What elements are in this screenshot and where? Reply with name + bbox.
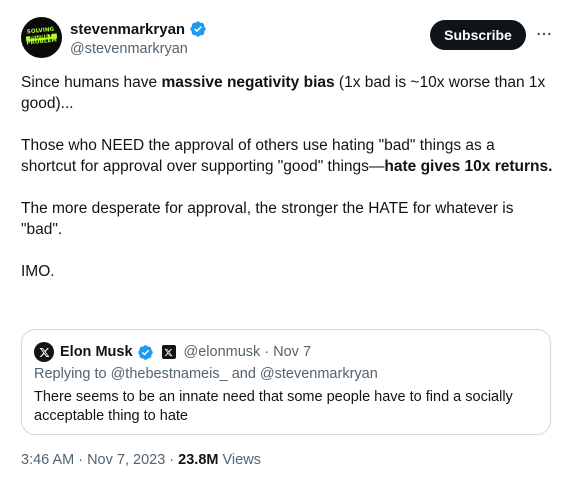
quoted-author-handle: @elonmusk [183,344,261,360]
quoted-separator: · [264,344,270,360]
tweet-paragraph-3: The more desperate for approval, the str… [21,200,514,238]
author-handle[interactable]: @stevenmarkryan [70,41,207,57]
views-label: Views [218,452,261,468]
quoted-date: Nov 7 [273,344,312,360]
x-affiliation-badge-icon [161,345,176,359]
quoted-tweet-header: Elon Musk @elonmusk · Nov 7 [34,342,311,362]
quoted-verified-badge-icon [137,344,153,360]
author-info: stevenmarkryan @stevenmarkryan [70,20,207,57]
quoted-author-avatar [34,342,54,362]
tweet-meta: 3:46 AM · Nov 7, 2023 · 23.8M Views [21,452,261,468]
quoted-tweet-text: There seems to be an innate need that so… [34,389,513,424]
tweet-paragraph-2: Those who NEED the approval of others us… [21,137,553,175]
more-options-button[interactable] [534,24,554,44]
quoted-tweet[interactable]: Elon Musk @elonmusk · Nov 7 Replying to … [21,329,551,435]
tweet-paragraph-4: IMO. [21,263,55,280]
author-avatar[interactable]: SOLVING MONEY PROBLEM [21,17,62,58]
quoted-author-name: Elon Musk [60,344,133,360]
views-count: 23.8M [178,452,219,468]
more-horizontal-icon [537,32,551,36]
replying-to-line: Replying to @thebestnameis_ and @stevenm… [34,366,378,382]
subscribe-button[interactable]: Subscribe [430,20,526,50]
verified-badge-icon [190,21,206,37]
author-display-name[interactable]: stevenmarkryan [70,21,185,38]
tweet-card: SOLVING MONEY PROBLEM stevenmarkryan @st… [0,0,570,483]
x-logo-icon [39,347,49,357]
tweet-text: Since humans have massive negativity bia… [21,72,553,303]
tweet-timestamp[interactable]: 3:46 AM · Nov 7, 2023 · [21,452,178,468]
avatar-logo-text: SOLVING MONEY PROBLEM [25,26,58,47]
tweet-paragraph-1: Since humans have massive negativity bia… [21,74,546,112]
